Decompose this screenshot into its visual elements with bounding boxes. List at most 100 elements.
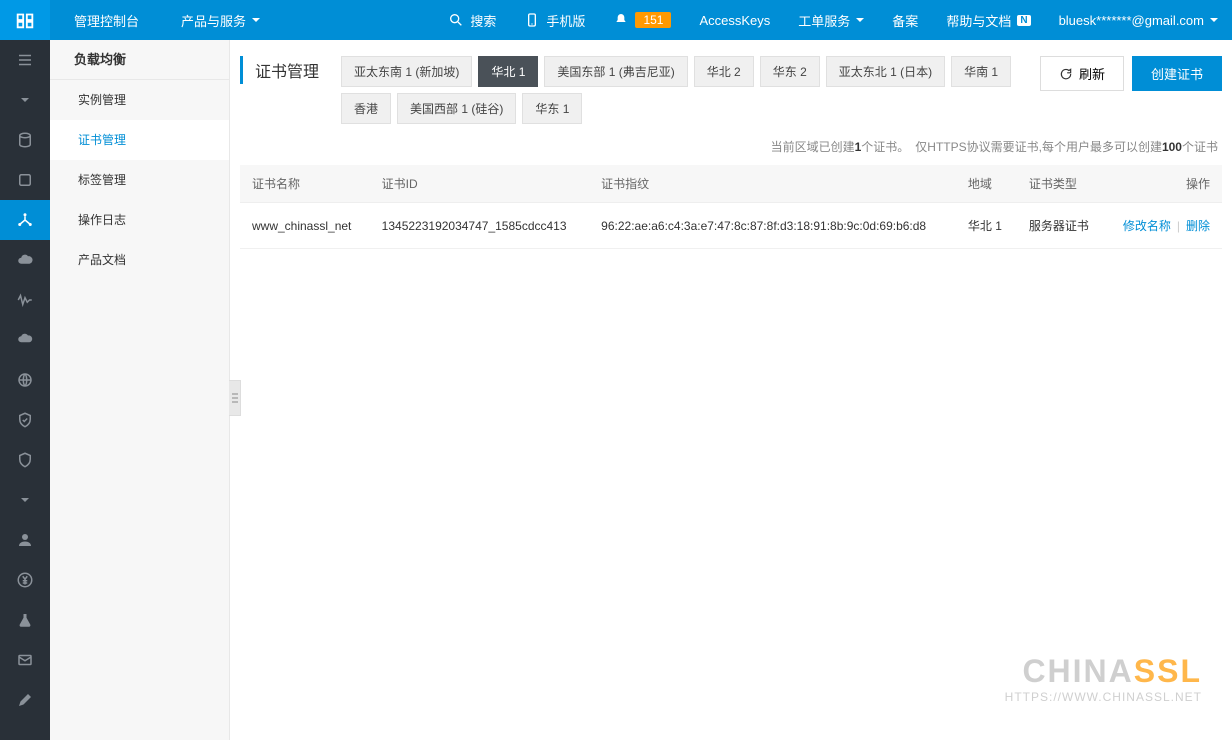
cell-id: 1345223192034747_1585cdcc413 [370, 203, 590, 249]
col-name: 证书名称 [240, 165, 370, 203]
region-tab[interactable]: 华东 2 [760, 56, 820, 87]
rail-item-cloud[interactable] [0, 240, 50, 280]
region-tabs: 亚太东南 1 (新加坡)华北 1美国东部 1 (弗吉尼亚)华北 2华东 2亚太东… [341, 56, 1030, 124]
bell-icon [613, 12, 629, 28]
sidebar-item[interactable]: 产品文档 [50, 240, 229, 280]
tickets-label: 工单服务 [798, 11, 850, 30]
rail-item-storage[interactable] [0, 320, 50, 360]
rail-item-monitor[interactable] [0, 280, 50, 320]
col-fingerprint: 证书指纹 [589, 165, 956, 203]
sidebar-item[interactable]: 实例管理 [50, 80, 229, 120]
refresh-icon [1059, 67, 1073, 81]
mobile-button[interactable]: 手机版 [510, 0, 599, 40]
flask-icon [16, 611, 34, 629]
sidebar-item[interactable]: 标签管理 [50, 160, 229, 200]
search-icon [448, 12, 464, 28]
help-menu[interactable]: 帮助与文档 N [932, 0, 1044, 40]
create-cert-button[interactable]: 创建证书 [1132, 56, 1222, 91]
rail-item-shield[interactable] [0, 400, 50, 440]
region-tab[interactable]: 华南 1 [951, 56, 1011, 87]
rail-expand-2[interactable] [0, 480, 50, 520]
search-button[interactable]: 搜索 [434, 0, 510, 40]
delete-link[interactable]: 删除 [1186, 219, 1210, 233]
caret-down-icon [1210, 18, 1218, 22]
wave-icon [16, 291, 34, 309]
rail-item-flask[interactable] [0, 600, 50, 640]
col-ops: 操作 [1105, 165, 1222, 203]
cloud-down-icon [16, 331, 34, 349]
help-label: 帮助与文档 [946, 11, 1011, 30]
rail-item-globe[interactable] [0, 360, 50, 400]
cell-region: 华北 1 [956, 203, 1017, 249]
search-label: 搜索 [470, 11, 496, 30]
rail-item-mail[interactable] [0, 640, 50, 680]
side-panel-title: 负载均衡 [50, 40, 229, 80]
col-region: 地域 [956, 165, 1017, 203]
caret-down-icon [252, 18, 260, 22]
console-label: 管理控制台 [50, 11, 163, 30]
caret-down-icon [21, 98, 29, 102]
rail-item-user[interactable] [0, 520, 50, 560]
region-tab[interactable]: 华北 1 [478, 56, 538, 87]
mail-icon [16, 651, 34, 669]
mobile-label: 手机版 [546, 11, 585, 30]
hint-text: 当前区域已创建1个证书。 仅HTTPS协议需要证书,每个用户最多可以创建100个… [240, 124, 1222, 165]
rail-item-db[interactable] [0, 120, 50, 160]
page-header-row: 证书管理 亚太东南 1 (新加坡)华北 1美国东部 1 (弗吉尼亚)华北 2华东… [240, 56, 1222, 124]
new-badge: N [1017, 15, 1030, 26]
tickets-menu[interactable]: 工单服务 [784, 0, 878, 40]
user-icon [16, 531, 34, 549]
region-tab[interactable]: 亚太东南 1 (新加坡) [341, 56, 472, 87]
rail-expand-1[interactable] [0, 80, 50, 120]
col-type: 证书类型 [1017, 165, 1105, 203]
region-tab[interactable]: 香港 [341, 93, 391, 124]
rail-item-edit[interactable] [0, 680, 50, 720]
beian-link[interactable]: 备案 [878, 0, 932, 40]
mobile-icon [524, 12, 540, 28]
shield-check-icon [16, 411, 34, 429]
caret-down-icon [21, 498, 29, 502]
network-icon [16, 211, 34, 229]
rail-item-slb[interactable] [0, 200, 50, 240]
accesskeys-link[interactable]: AccessKeys [685, 0, 784, 40]
rename-link[interactable]: 修改名称 [1123, 219, 1171, 233]
notifications-button[interactable]: 151 [599, 0, 685, 40]
table-row: www_chinassl_net1345223192034747_1585cdc… [240, 203, 1222, 249]
create-label: 创建证书 [1151, 64, 1203, 83]
rail-item-security[interactable] [0, 440, 50, 480]
watermark: CHINASSL HTTPS://WWW.CHINASSL.NET [1005, 653, 1202, 704]
caret-down-icon [856, 18, 864, 22]
sidebar-item[interactable]: 证书管理 [50, 120, 229, 160]
user-label: bluesk*******@gmail.com [1059, 13, 1204, 28]
region-tab[interactable]: 美国西部 1 (硅谷) [397, 93, 516, 124]
table-header-row: 证书名称 证书ID 证书指纹 地域 证书类型 操作 [240, 165, 1222, 203]
rail-menu-toggle[interactable] [0, 40, 50, 80]
col-id: 证书ID [370, 165, 590, 203]
action-buttons: 刷新 创建证书 [1040, 56, 1222, 91]
beian-label: 备案 [892, 11, 918, 30]
brand-logo[interactable] [0, 0, 50, 40]
menu-icon [16, 51, 34, 69]
sidebar-item[interactable]: 操作日志 [50, 200, 229, 240]
side-panel: 负载均衡 实例管理证书管理标签管理操作日志产品文档 [50, 40, 230, 740]
shield-icon [16, 451, 34, 469]
cell-type: 服务器证书 [1017, 203, 1105, 249]
region-tab[interactable]: 亚太东北 1 (日本) [826, 56, 945, 87]
region-tab[interactable]: 华东 1 [522, 93, 582, 124]
region-tab[interactable]: 华北 2 [694, 56, 754, 87]
accesskeys-label: AccessKeys [699, 13, 770, 28]
server-icon [16, 171, 34, 189]
notification-count: 151 [635, 12, 671, 28]
products-menu[interactable]: 产品与服务 [163, 11, 278, 30]
cell-ops: 修改名称|删除 [1105, 203, 1222, 249]
refresh-button[interactable]: 刷新 [1040, 56, 1124, 91]
rail-item-billing[interactable] [0, 560, 50, 600]
products-label: 产品与服务 [181, 11, 246, 30]
page-title: 证书管理 [240, 56, 331, 84]
top-header: 管理控制台 产品与服务 搜索 手机版 151 AccessKeys 工单服务 备… [0, 0, 1232, 40]
rail-item-compute[interactable] [0, 160, 50, 200]
user-menu[interactable]: bluesk*******@gmail.com [1045, 0, 1232, 40]
certificates-table: 证书名称 证书ID 证书指纹 地域 证书类型 操作 www_chinassl_n… [240, 165, 1222, 249]
database-icon [16, 131, 34, 149]
region-tab[interactable]: 美国东部 1 (弗吉尼亚) [544, 56, 687, 87]
